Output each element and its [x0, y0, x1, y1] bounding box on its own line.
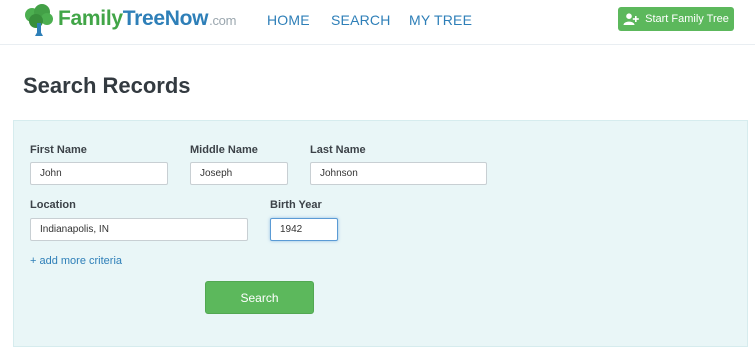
site-logo[interactable]: FamilyTreeNow.com — [58, 7, 236, 31]
search-button[interactable]: Search — [205, 281, 314, 314]
first-name-label: First Name — [30, 144, 87, 156]
logo-text-family: Family — [58, 7, 123, 30]
nav-search-link[interactable]: SEARCH — [331, 12, 391, 28]
birth-year-input[interactable] — [270, 218, 338, 241]
birth-year-label: Birth Year — [270, 199, 322, 211]
location-label: Location — [30, 199, 76, 211]
location-input[interactable] — [30, 218, 248, 241]
middle-name-label: Middle Name — [190, 144, 258, 156]
site-header: FamilyTreeNow.com HOME SEARCH MY TREE St… — [0, 0, 755, 45]
tree-icon[interactable] — [22, 3, 56, 37]
nav-home-link[interactable]: HOME — [267, 12, 310, 28]
logo-text-treenow: TreeNow — [122, 7, 209, 30]
nav-my-tree-link[interactable]: MY TREE — [409, 12, 472, 28]
add-user-icon — [623, 13, 639, 25]
start-family-tree-label: Start Family Tree — [645, 13, 729, 25]
add-more-criteria-link[interactable]: + add more criteria — [30, 255, 122, 267]
start-family-tree-button[interactable]: Start Family Tree — [618, 7, 734, 31]
last-name-label: Last Name — [310, 144, 366, 156]
page-title: Search Records — [23, 73, 191, 98]
first-name-input[interactable] — [30, 162, 168, 185]
logo-text-domain: .com — [209, 13, 237, 28]
last-name-input[interactable] — [310, 162, 487, 185]
middle-name-input[interactable] — [190, 162, 288, 185]
